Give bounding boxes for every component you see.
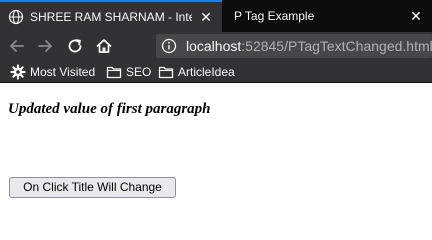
bookmark-label: SEO	[126, 65, 152, 79]
globe-icon	[8, 9, 24, 25]
tab-strip: SHREE RAM SHARNAM - Intern ✕ P Tag Examp…	[0, 0, 432, 32]
forward-icon[interactable]	[36, 37, 54, 55]
address-bar[interactable]: localhost:52845/PTagTextChanged.html	[156, 34, 432, 58]
reload-icon[interactable]	[66, 37, 84, 55]
url-host: localhost	[186, 38, 242, 54]
tab-title: SHREE RAM SHARNAM - Intern	[30, 10, 192, 24]
bookmark-seo[interactable]: SEO	[106, 64, 151, 80]
bookmark-label: Most Visited	[30, 65, 96, 79]
tab-p-tag-example[interactable]: P Tag Example ✕	[226, 0, 432, 32]
home-icon[interactable]	[95, 37, 113, 55]
page-content: Updated value of first paragraph On Clic…	[0, 83, 432, 201]
bookmark-label: ArticleIdea	[178, 65, 235, 79]
bookmark-articleidea[interactable]: ArticleIdea	[158, 64, 235, 80]
info-icon[interactable]	[161, 38, 177, 54]
gear-icon	[10, 64, 26, 80]
tab-shree-ram-sharnam[interactable]: SHREE RAM SHARNAM - Intern ✕	[0, 0, 222, 32]
url-path: :52845/PTagTextChanged.html	[241, 38, 432, 54]
close-icon[interactable]: ✕	[408, 8, 424, 24]
close-icon[interactable]: ✕	[198, 9, 214, 25]
back-icon[interactable]	[8, 37, 26, 55]
folder-icon	[158, 66, 174, 79]
url-text[interactable]: localhost:52845/PTagTextChanged.html	[186, 38, 432, 54]
first-paragraph: Updated value of first paragraph	[8, 101, 211, 117]
bookmarks-toolbar: Most Visited SEO ArticleIdea	[0, 61, 432, 83]
change-title-button[interactable]: On Click Title Will Change	[9, 177, 176, 198]
bookmark-most-visited[interactable]: Most Visited	[10, 64, 95, 80]
folder-icon	[106, 66, 122, 79]
tab-title: P Tag Example	[234, 9, 315, 23]
